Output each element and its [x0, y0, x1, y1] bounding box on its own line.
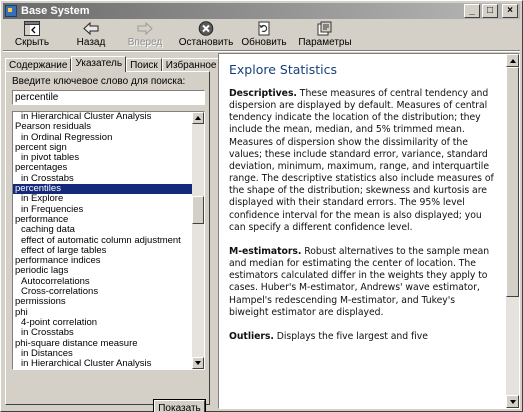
index-entry[interactable]: in Multidimensional Scaling — [13, 369, 192, 370]
section-outliers: Outliers. Displays the five largest and … — [229, 331, 497, 343]
back-button[interactable]: Назад — [65, 20, 117, 50]
index-entry[interactable]: Pearson residuals — [13, 122, 192, 132]
stop-button[interactable]: Остановить — [177, 20, 235, 50]
tab-index[interactable]: Указатель — [71, 56, 127, 72]
nav-tabs: Содержание Указатель Поиск Избранное — [5, 56, 221, 72]
text-outliers: Displays the five largest and five — [273, 330, 428, 342]
index-entry[interactable]: in Distances — [13, 349, 192, 359]
index-entry[interactable]: effect of automatic column adjustment — [13, 236, 192, 246]
index-list[interactable]: in Hierarchical Cluster Analysis Pearson … — [12, 111, 205, 370]
topic-scroll-up-icon — [509, 58, 516, 63]
index-entry[interactable]: percentiles — [13, 184, 192, 195]
term-outliers: Outliers. — [229, 330, 274, 342]
scroll-up-icon — [195, 116, 201, 120]
index-entry[interactable]: in Frequencies — [13, 205, 192, 215]
minimize-button[interactable]: _ — [464, 4, 480, 18]
window-title: Base System — [21, 5, 90, 17]
stop-label: Остановить — [178, 37, 234, 48]
hide-label: Скрыть — [14, 37, 50, 48]
tab-favorites[interactable]: Избранное — [161, 58, 221, 72]
keyword-label: Введите ключевое слово для поиска: — [12, 76, 186, 87]
topic-scroll-down-button[interactable] — [506, 395, 519, 408]
maximize-button[interactable]: □ — [482, 4, 498, 18]
title-bar[interactable]: Base System _ □ × — [3, 3, 520, 19]
close-button[interactable]: × — [502, 4, 518, 18]
scroll-thumb[interactable] — [192, 196, 204, 224]
index-entry[interactable]: in Ordinal Regression — [13, 133, 192, 143]
tab-contents[interactable]: Содержание — [5, 58, 72, 72]
options-icon — [317, 21, 333, 36]
index-entry[interactable]: percentages — [13, 163, 192, 173]
index-entry[interactable]: periodic lags — [13, 266, 192, 276]
keyword-input[interactable] — [12, 90, 205, 105]
topic-pane: Explore Statistics Descriptives. These m… — [218, 53, 520, 409]
refresh-label: Обновить — [241, 37, 287, 48]
back-arrow-icon — [83, 21, 99, 36]
index-entry[interactable]: in Hierarchical Cluster Analysis — [13, 359, 192, 369]
index-entry[interactable]: phi-square distance measure — [13, 339, 192, 349]
term-descriptives: Descriptives. — [229, 88, 297, 99]
topic-scroll-down-icon — [509, 399, 516, 404]
back-label: Назад — [76, 37, 106, 48]
show-button[interactable]: Показать — [153, 399, 206, 412]
index-scrollbar[interactable] — [192, 112, 204, 369]
scroll-down-button[interactable] — [192, 357, 204, 369]
refresh-button[interactable]: Обновить — [239, 20, 289, 50]
tab-search[interactable]: Поиск — [126, 58, 162, 72]
term-m-estimators: M-estimators. — [229, 245, 302, 257]
stop-icon — [198, 21, 214, 36]
toolbar-separator — [3, 50, 520, 52]
scroll-up-button[interactable] — [192, 112, 204, 124]
index-entry[interactable]: in Crosstabs — [13, 174, 192, 184]
index-entry[interactable]: caching data — [13, 225, 192, 235]
hide-pane-icon — [24, 21, 40, 36]
index-entry[interactable]: Cross-correlations — [13, 287, 192, 297]
topic-content: Explore Statistics Descriptives. These m… — [219, 54, 506, 408]
section-m-estimators: M-estimators. Robust alternatives to the… — [229, 246, 497, 319]
navigation-pane: Содержание Указатель Поиск Избранное Вве… — [3, 53, 221, 412]
index-entry[interactable]: in pivot tables — [13, 153, 192, 163]
index-entry[interactable]: in Explore — [13, 194, 192, 204]
index-entry[interactable]: percent sign — [13, 143, 192, 153]
index-entry[interactable]: performance indices — [13, 256, 192, 266]
topic-scroll-thumb[interactable] — [506, 67, 519, 297]
index-entry[interactable]: phi — [13, 308, 192, 318]
topic-title: Explore Statistics — [229, 62, 338, 77]
index-entry[interactable]: in Hierarchical Cluster Analysis — [13, 112, 192, 122]
index-items: in Hierarchical Cluster Analysis Pearson … — [13, 112, 192, 370]
index-entry[interactable]: performance — [13, 215, 192, 225]
topic-scrollbar[interactable] — [506, 54, 519, 408]
index-entry[interactable]: 4-point correlation — [13, 318, 192, 328]
app-icon — [5, 5, 17, 17]
index-entry[interactable]: effect of large tables — [13, 246, 192, 256]
options-button[interactable]: Параметры — [295, 20, 355, 50]
index-entry[interactable]: Autocorrelations — [13, 277, 192, 287]
index-tab-panel: Введите ключевое слово для поиска: in Hi… — [5, 71, 210, 412]
index-entry[interactable]: permissions — [13, 297, 192, 307]
options-label: Параметры — [298, 37, 352, 48]
hide-button[interactable]: Скрыть — [3, 20, 61, 50]
forward-button[interactable]: Вперед — [119, 20, 171, 50]
forward-arrow-icon — [137, 21, 153, 36]
index-entry[interactable]: in Crosstabs — [13, 328, 192, 338]
help-window: Base System _ □ × Скрыть Назад Вперед Ос… — [0, 0, 523, 412]
refresh-icon — [256, 21, 272, 36]
scroll-down-icon — [195, 361, 201, 365]
text-descriptives: These measures of central tendency and d… — [229, 88, 494, 233]
section-descriptives: Descriptives. These measures of central … — [229, 88, 497, 234]
toolbar: Скрыть Назад Вперед Остановить Обновить … — [3, 20, 520, 50]
topic-scroll-up-button[interactable] — [506, 54, 519, 67]
forward-label: Вперед — [127, 37, 163, 48]
